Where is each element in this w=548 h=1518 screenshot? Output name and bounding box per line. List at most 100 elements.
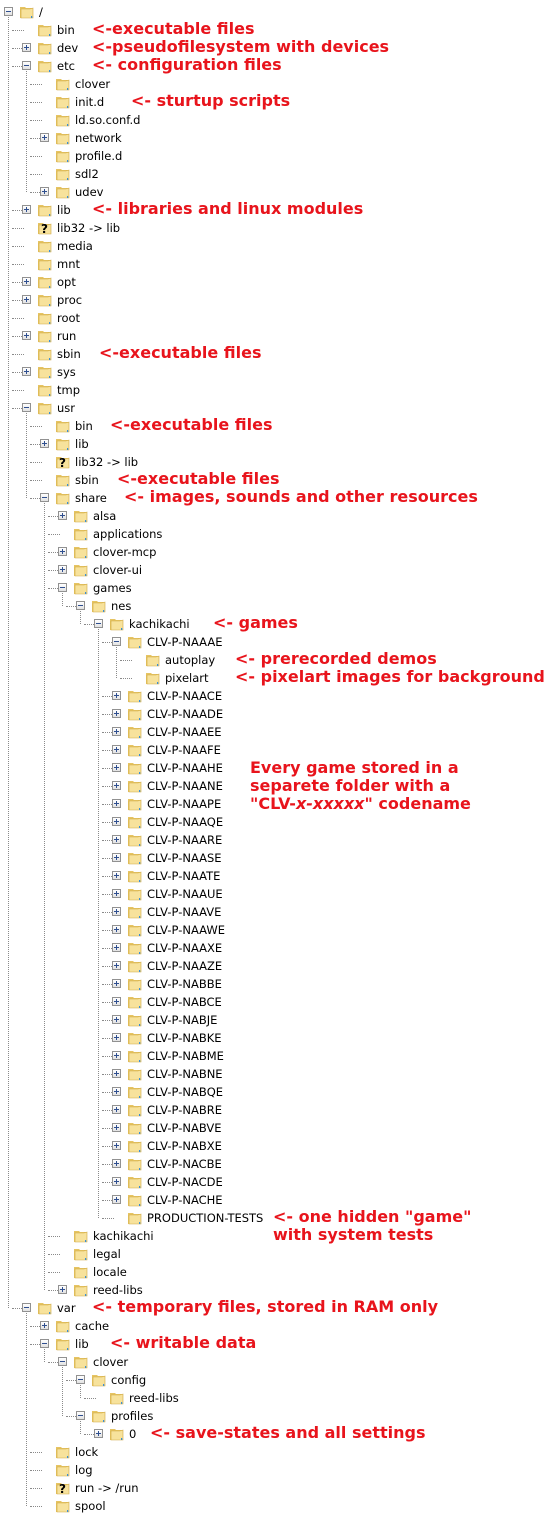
expand-icon[interactable] <box>22 295 31 304</box>
annotation-note: <- libraries and linux modules <box>92 199 364 218</box>
tree-item-label: tmp <box>57 383 81 397</box>
expand-icon[interactable] <box>112 691 121 700</box>
expand-icon[interactable] <box>40 439 49 448</box>
expand-icon[interactable] <box>112 781 121 790</box>
tree-item-label: lock <box>75 1445 99 1459</box>
expand-icon[interactable] <box>58 511 67 520</box>
expand-icon[interactable] <box>112 997 121 1006</box>
expand-icon[interactable] <box>22 43 31 52</box>
svg-text:?: ? <box>59 456 66 470</box>
tree-item-label: media <box>57 239 93 253</box>
expand-icon[interactable] <box>112 1051 121 1060</box>
folder-icon <box>127 1174 143 1190</box>
collapse-icon[interactable] <box>22 1303 31 1312</box>
expand-icon[interactable] <box>112 1087 121 1096</box>
expand-icon[interactable] <box>112 799 121 808</box>
tree-guide-line <box>80 1385 81 1398</box>
expand-icon[interactable] <box>112 727 121 736</box>
collapse-icon[interactable] <box>58 1357 67 1366</box>
folder-icon <box>127 778 143 794</box>
folder-icon <box>73 1282 89 1298</box>
folder-icon <box>127 706 143 722</box>
collapse-icon[interactable] <box>76 601 85 610</box>
collapse-icon[interactable] <box>76 1411 85 1420</box>
tree-item-label: CLV-P-NABXE <box>147 1139 222 1153</box>
folder-icon <box>55 130 71 146</box>
tree-item-label: CLV-P-NABBE <box>147 977 222 991</box>
expand-icon[interactable] <box>112 709 121 718</box>
tree-item-label: sys <box>57 365 76 379</box>
expand-icon[interactable] <box>112 1069 121 1078</box>
tree-connector <box>30 174 42 175</box>
tree-item-label: udev <box>75 185 104 199</box>
annotation-note: <- temporary files, stored in RAM only <box>92 1297 439 1316</box>
expand-icon[interactable] <box>112 853 121 862</box>
expand-icon[interactable] <box>112 979 121 988</box>
tree-item-label: proc <box>57 293 83 307</box>
folder-icon <box>37 202 53 218</box>
expand-icon[interactable] <box>112 871 121 880</box>
annotation-note: <- prerecorded demos <box>235 649 437 668</box>
expand-icon[interactable] <box>112 1177 121 1186</box>
expand-icon[interactable] <box>112 1015 121 1024</box>
tree-item-label: CLV-P-NABQE <box>147 1085 224 1099</box>
collapse-icon[interactable] <box>58 583 67 592</box>
expand-icon[interactable] <box>22 205 31 214</box>
expand-icon[interactable] <box>112 817 121 826</box>
tree-item-label: cache <box>75 1319 110 1333</box>
expand-icon[interactable] <box>94 1429 103 1438</box>
expand-icon[interactable] <box>40 187 49 196</box>
expand-icon[interactable] <box>40 133 49 142</box>
tree-item-label: CLV-P-NABRE <box>147 1103 222 1117</box>
expand-icon[interactable] <box>112 961 121 970</box>
collapse-icon[interactable] <box>22 403 31 412</box>
expand-icon[interactable] <box>112 1195 121 1204</box>
folder-icon <box>127 1012 143 1028</box>
expand-icon[interactable] <box>22 331 31 340</box>
tree-connector <box>12 390 24 391</box>
tree-connector <box>120 660 132 661</box>
folder-icon <box>73 1246 89 1262</box>
collapse-icon[interactable] <box>112 637 121 646</box>
tree-item-label: profiles <box>111 1409 154 1423</box>
expand-icon[interactable] <box>40 1321 49 1330</box>
expand-icon[interactable] <box>58 1285 67 1294</box>
expand-icon[interactable] <box>58 565 67 574</box>
expand-icon[interactable] <box>112 835 121 844</box>
expand-icon[interactable] <box>112 1141 121 1150</box>
tree-item-label: 0 <box>129 1427 137 1441</box>
expand-icon[interactable] <box>22 367 31 376</box>
tree-item-label: CLV-P-NAAAE <box>147 635 223 649</box>
collapse-icon[interactable] <box>4 7 13 16</box>
annotation-note: <- sturtup scripts <box>131 91 291 110</box>
folder-icon <box>55 1462 71 1478</box>
folder-icon <box>37 274 53 290</box>
expand-icon[interactable] <box>112 763 121 772</box>
folder-icon <box>55 1444 71 1460</box>
folder-icon <box>37 364 53 380</box>
expand-icon[interactable] <box>112 1033 121 1042</box>
annotation-note: <- configuration files <box>92 55 282 74</box>
tree-connector <box>30 156 42 157</box>
expand-icon[interactable] <box>112 925 121 934</box>
expand-icon[interactable] <box>58 547 67 556</box>
tree-connector <box>30 1470 42 1471</box>
expand-icon[interactable] <box>22 277 31 286</box>
tree-item-label: CLV-P-NABKE <box>147 1031 222 1045</box>
collapse-icon[interactable] <box>40 493 49 502</box>
tree-item-label: alsa <box>93 509 117 523</box>
folder-icon <box>145 652 161 668</box>
collapse-icon[interactable] <box>94 619 103 628</box>
collapse-icon[interactable] <box>76 1375 85 1384</box>
expand-icon[interactable] <box>112 1123 121 1132</box>
expand-icon[interactable] <box>112 745 121 754</box>
expand-icon[interactable] <box>112 943 121 952</box>
tree-item-label: CLV-P-NACDE <box>147 1175 223 1189</box>
expand-icon[interactable] <box>112 889 121 898</box>
collapse-icon[interactable] <box>22 61 31 70</box>
collapse-icon[interactable] <box>40 1339 49 1348</box>
annotation-note: <-executable files <box>99 343 262 362</box>
expand-icon[interactable] <box>112 1159 121 1168</box>
expand-icon[interactable] <box>112 1105 121 1114</box>
expand-icon[interactable] <box>112 907 121 916</box>
